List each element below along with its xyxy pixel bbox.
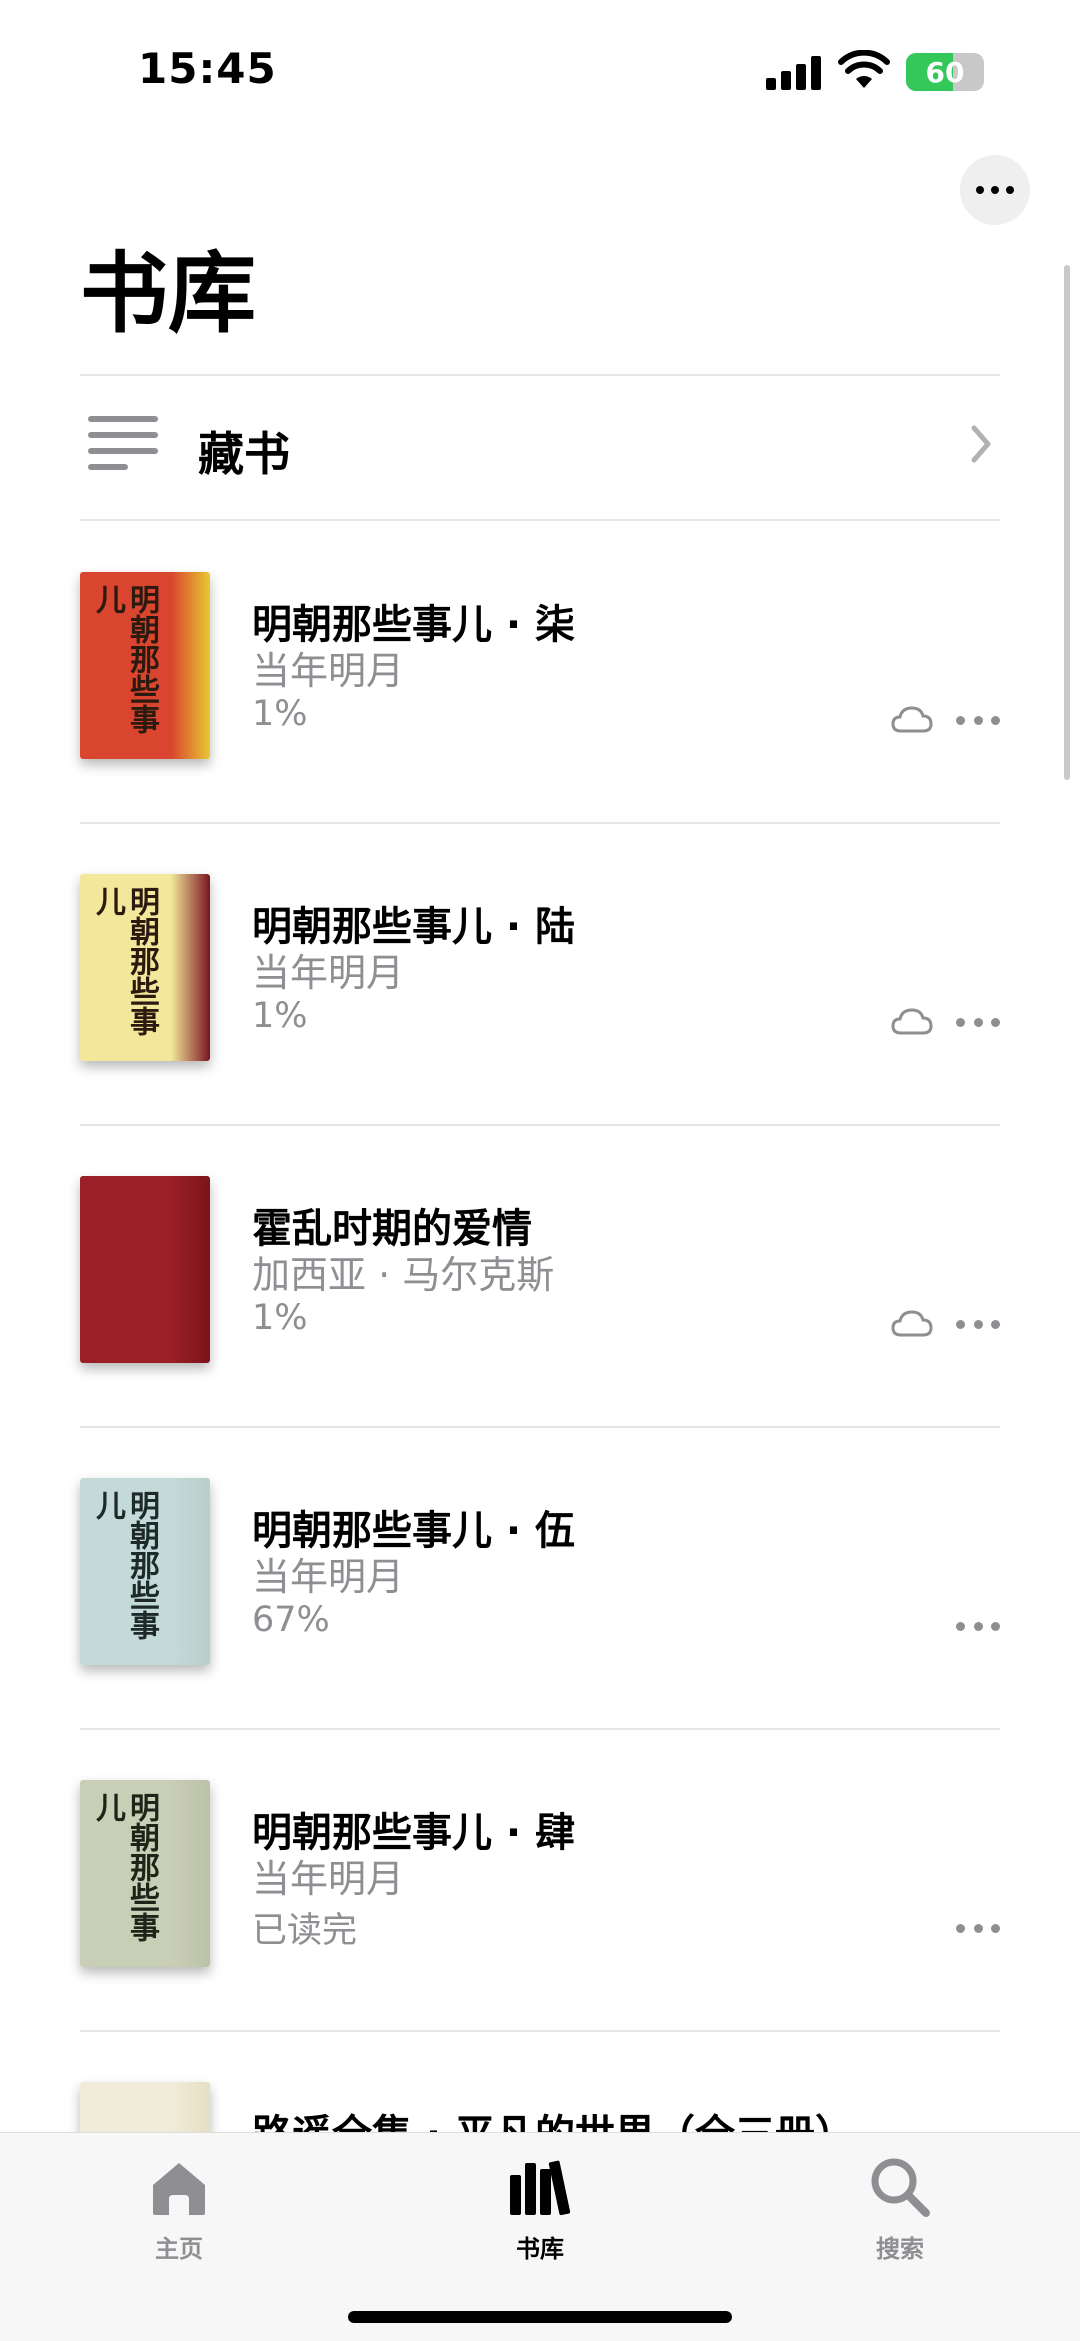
book-cover-text: 明朝那些事儿 <box>90 1490 159 1640</box>
book-row[interactable]: 霍乱时期的爱情 加西亚 · 马尔克斯 1% <box>80 1126 1000 1426</box>
library-icon <box>510 2160 571 2216</box>
book-more-button[interactable] <box>956 1320 1000 1330</box>
collections-row[interactable]: 藏书 <box>80 376 1000 520</box>
book-author: 当年明月 <box>252 649 405 693</box>
home-indicator <box>348 2311 732 2323</box>
book-cover[interactable]: 明朝那些事儿 <box>80 874 210 1061</box>
book-row[interactable]: 明朝那些事儿 明朝那些事儿 · 肆当年明月 已读完 <box>80 1730 1000 2030</box>
book-author: 当年明月 <box>252 951 405 995</box>
more-options-button[interactable] <box>960 155 1030 225</box>
book-cover[interactable] <box>80 1176 210 1363</box>
book-progress: 1% <box>252 996 308 1036</box>
ellipsis-icon <box>956 1924 965 1933</box>
collections-label: 藏书 <box>198 427 290 481</box>
home-icon <box>153 2163 205 2215</box>
book-author: 当年明月 <box>252 1555 405 1599</box>
book-more-button[interactable] <box>956 716 1000 726</box>
battery-level: 60 <box>925 55 965 89</box>
page-title: 书库 <box>80 242 257 345</box>
book-author: 加西亚 · 马尔克斯 <box>252 1253 555 1297</box>
book-row[interactable]: 明朝那些事儿 明朝那些事儿 · 伍当年明月 67% <box>80 1428 1000 1728</box>
book-cover-text: 明朝那些事儿 <box>90 1792 159 1942</box>
book-progress: 67% <box>252 1600 330 1640</box>
book-row[interactable]: 明朝那些事儿 明朝那些事儿 · 柒当年明月 1% <box>80 522 1000 822</box>
book-progress: 1% <box>252 1298 308 1338</box>
book-more-button[interactable] <box>956 1924 1000 1934</box>
book-row[interactable]: 明朝那些事儿 明朝那些事儿 · 陆当年明月 1% <box>80 824 1000 1124</box>
book-cover-text: 明朝那些事儿 <box>90 584 159 734</box>
cloud-download-icon[interactable] <box>890 704 934 734</box>
book-more-button[interactable] <box>956 1018 1000 1028</box>
ellipsis-icon <box>976 186 984 194</box>
tab-search-label: 搜索 <box>876 2235 924 2263</box>
book-author: 当年明月 <box>252 1857 405 1901</box>
battery-icon: 60 <box>906 53 984 91</box>
ellipsis-icon <box>956 1320 965 1329</box>
status-time: 15:45 <box>138 44 277 93</box>
list-icon <box>88 416 158 476</box>
tab-home[interactable]: 主页 <box>99 2147 259 2263</box>
tab-search[interactable]: 搜索 <box>820 2147 980 2263</box>
book-cover-text: 明朝那些事儿 <box>90 886 159 1036</box>
scroll-indicator <box>1064 265 1070 780</box>
cellular-signal-icon <box>766 56 822 90</box>
chevron-right-icon <box>971 425 991 463</box>
status-bar: 15:45 60 <box>0 0 1080 150</box>
book-cover[interactable]: 明朝那些事儿 <box>80 1478 210 1665</box>
wifi-icon <box>838 50 890 88</box>
ellipsis-icon <box>956 716 965 725</box>
cloud-download-icon[interactable] <box>890 1006 934 1036</box>
tab-library-label: 书库 <box>516 2235 564 2263</box>
cloud-download-icon[interactable] <box>890 1308 934 1338</box>
book-cover[interactable]: 明朝那些事儿 <box>80 572 210 759</box>
ellipsis-icon <box>956 1622 965 1631</box>
book-progress: 1% <box>252 694 308 734</box>
search-icon <box>871 2158 930 2217</box>
tab-home-label: 主页 <box>155 2235 203 2263</box>
book-progress: 已读完 <box>252 1911 358 1951</box>
book-cover[interactable]: 明朝那些事儿 <box>80 1780 210 1967</box>
divider <box>80 519 1000 521</box>
tab-library[interactable]: 书库 <box>460 2147 620 2263</box>
ellipsis-icon <box>956 1018 965 1027</box>
book-more-button[interactable] <box>956 1622 1000 1632</box>
tab-bar: 主页 书库 搜索 <box>0 2132 1080 2341</box>
